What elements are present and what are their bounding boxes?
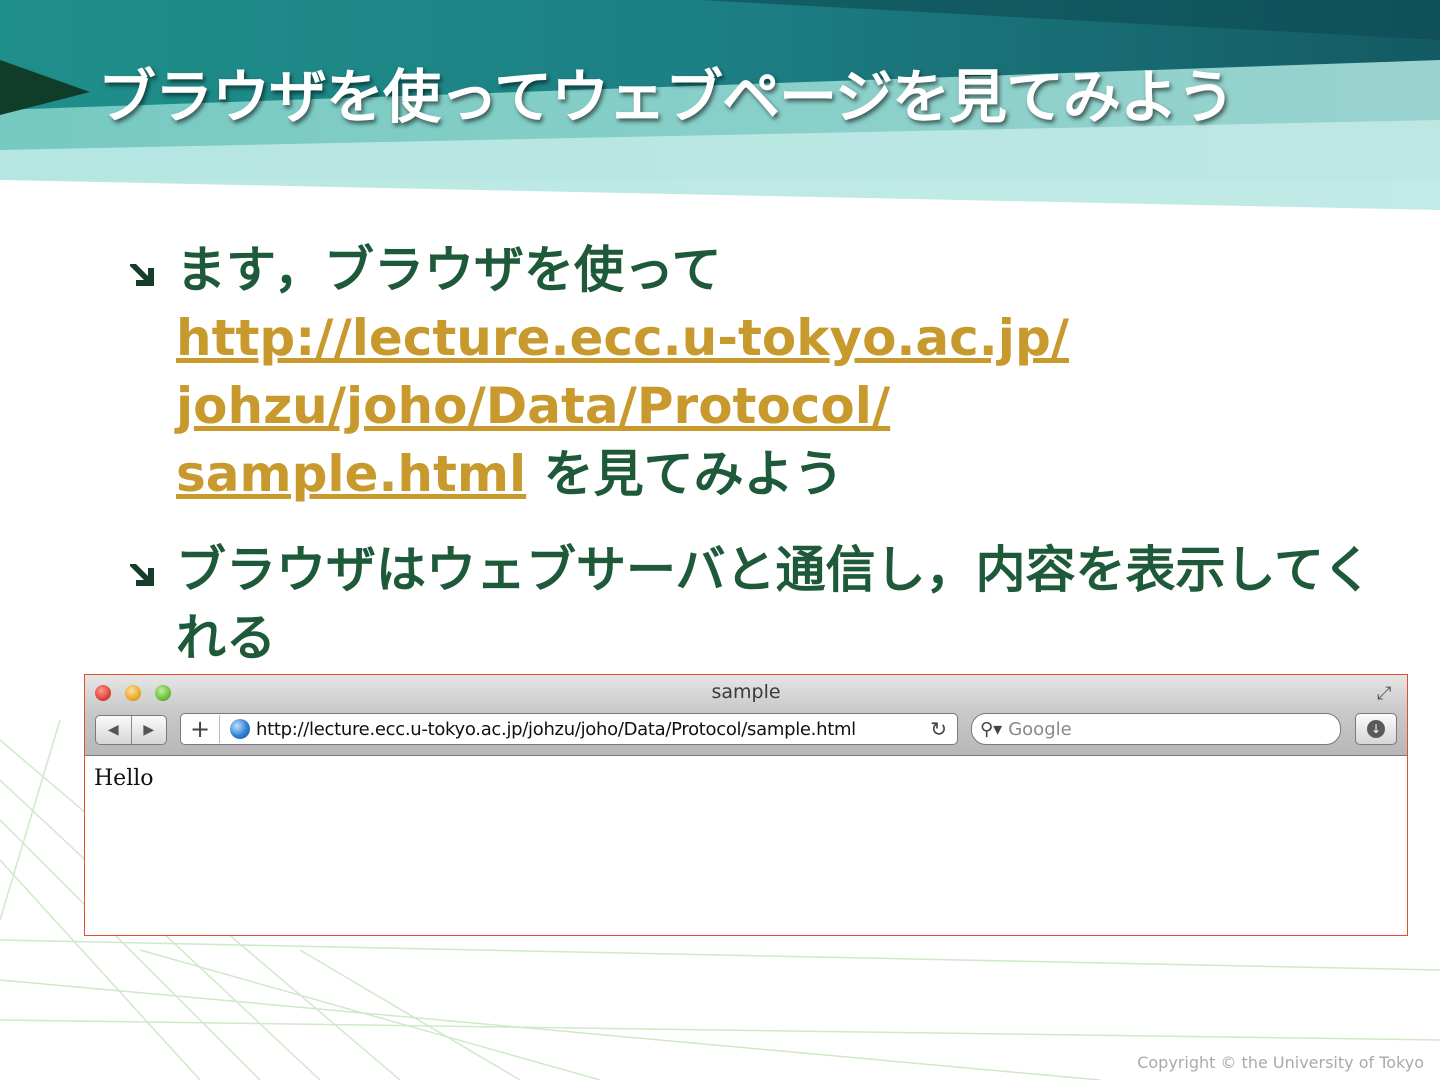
- download-icon: ↓: [1367, 720, 1385, 738]
- bullet-1-prefix: ます，ブラウザを使って: [176, 241, 722, 299]
- reload-icon[interactable]: ↻: [930, 717, 947, 741]
- sample-link-line-3[interactable]: sample.html: [176, 445, 526, 503]
- bullet-arrow-icon: [130, 264, 154, 286]
- globe-icon: [230, 719, 250, 739]
- back-forward-group: ◀ ▶: [95, 715, 167, 745]
- bullet-text-1: ます，ブラウザを使って http://lecture.ecc.u-tokyo.a…: [176, 236, 1380, 508]
- bullet-item-1: ます，ブラウザを使って http://lecture.ecc.u-tokyo.a…: [120, 236, 1380, 508]
- add-bookmark-icon[interactable]: +: [181, 715, 220, 743]
- window-title: sample: [711, 681, 781, 703]
- url-text[interactable]: http://lecture.ecc.u-tokyo.ac.jp/johzu/j…: [256, 719, 856, 740]
- bullet-text-2: ブラウザはウェブサーバと通信し，内容を表示してくれる: [176, 541, 1373, 667]
- bullet-1-suffix: を見てみよう: [543, 445, 844, 503]
- downloads-button[interactable]: ↓: [1355, 713, 1397, 745]
- search-field[interactable]: ⚲▾ Google: [971, 713, 1341, 745]
- page-content: Hello: [94, 766, 154, 791]
- browser-window: sample ⤢ ◀ ▶ + http://lecture.ecc.u-toky…: [84, 674, 1408, 936]
- browser-titlebar: sample ⤢ ◀ ▶ + http://lecture.ecc.u-toky…: [85, 675, 1407, 756]
- back-icon[interactable]: ◀: [96, 716, 131, 744]
- copyright-text: Copyright © the University of Tokyo: [1137, 1053, 1424, 1072]
- bullet-arrow-icon: [130, 564, 154, 586]
- resize-icon[interactable]: ⤢: [1377, 683, 1399, 705]
- bullet-list: ます，ブラウザを使って http://lecture.ecc.u-tokyo.a…: [120, 236, 1380, 700]
- slide-title: ブラウザを使ってウェブページを見てみよう: [98, 63, 1235, 131]
- search-placeholder: Google: [1008, 718, 1072, 740]
- sample-link-line-1[interactable]: http://lecture.ecc.u-tokyo.ac.jp/: [176, 309, 1069, 367]
- address-bar[interactable]: + http://lecture.ecc.u-tokyo.ac.jp/johzu…: [180, 713, 958, 745]
- sample-link-line-2[interactable]: johzu/joho/Data/Protocol/: [176, 377, 890, 435]
- bullet-item-2: ブラウザはウェブサーバと通信し，内容を表示してくれる: [120, 536, 1380, 672]
- search-icon[interactable]: ⚲▾: [980, 719, 1002, 740]
- forward-icon[interactable]: ▶: [130, 716, 167, 744]
